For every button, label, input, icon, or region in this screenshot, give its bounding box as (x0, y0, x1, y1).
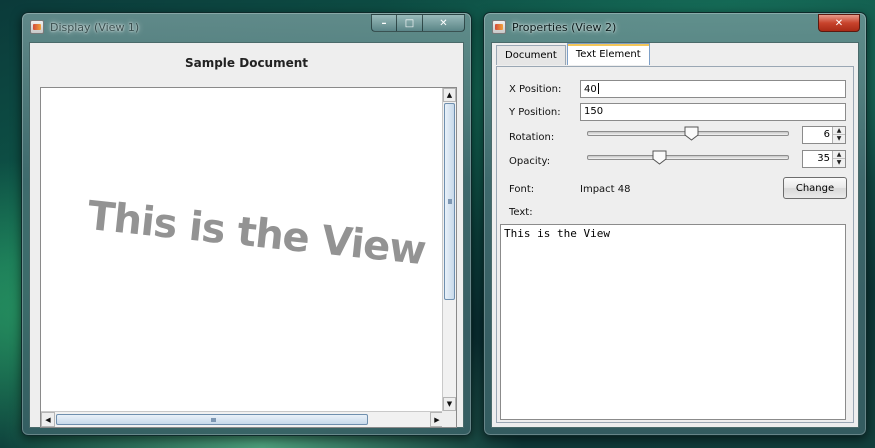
y-position-label: Y Position: (509, 107, 561, 118)
maximize-button[interactable]: □ (397, 14, 423, 32)
close-icon: ✕ (834, 17, 844, 29)
font-value: Impact 48 (580, 184, 631, 195)
maximize-icon: □ (404, 17, 415, 29)
scroll-left-button[interactable]: ◀ (41, 412, 55, 427)
grip-icon (448, 199, 452, 204)
scroll-up-button[interactable]: ▲ (443, 88, 456, 102)
rotation-spinner[interactable]: 6 ▲ ▼ (802, 126, 846, 144)
document-title: Sample Document (184, 56, 309, 70)
display-window-title: Display (View 1) (50, 20, 140, 34)
arrow-down-icon: ▼ (446, 400, 453, 408)
tab-document[interactable]: Document (496, 45, 566, 65)
scrollbar-corner (442, 411, 456, 427)
display-client-area: Sample Document This is the View ▲ ▼ ◀ ▶ (29, 42, 464, 428)
rotation-slider-thumb[interactable] (684, 126, 699, 141)
close-button[interactable]: ✕ (423, 14, 465, 32)
opacity-spinner-buttons: ▲ ▼ (832, 151, 845, 167)
arrow-down-icon: ▼ (836, 159, 842, 166)
arrow-up-icon: ▲ (836, 151, 842, 158)
scroll-down-button[interactable]: ▼ (443, 397, 456, 411)
rendered-text-element[interactable]: This is the View (85, 193, 427, 274)
x-position-label: X Position: (509, 84, 562, 95)
rotation-spinner-buttons: ▲ ▼ (832, 127, 845, 143)
properties-client-area: Document Text Element X Position: 40 Y P… (491, 42, 859, 428)
properties-titlebar[interactable]: Properties (View 2) (484, 13, 866, 41)
arrow-up-icon: ▲ (836, 127, 842, 134)
opacity-value: 35 (817, 153, 830, 164)
close-button[interactable]: ✕ (818, 14, 860, 32)
grip-icon (211, 418, 216, 422)
arrow-right-icon: ▶ (434, 415, 440, 424)
rotation-value: 6 (823, 129, 830, 140)
y-position-value: 150 (584, 106, 604, 117)
x-position-field[interactable]: 40 (580, 80, 846, 98)
font-label: Font: (509, 184, 535, 195)
java-app-icon (492, 20, 506, 34)
minimize-icon: – (381, 17, 387, 29)
text-caret (597, 83, 599, 94)
rotation-increment-button[interactable]: ▲ (833, 127, 845, 135)
y-position-field[interactable]: 150 (580, 103, 846, 121)
opacity-slider-track[interactable] (587, 155, 789, 160)
opacity-label: Opacity: (509, 156, 551, 167)
properties-window-title: Properties (View 2) (512, 20, 617, 34)
arrow-left-icon: ◀ (45, 415, 51, 424)
text-element-panel: X Position: 40 Y Position: 150 Rotation:… (496, 66, 854, 423)
display-window[interactable]: Display (View 1) – □ ✕ Sample Document T… (21, 12, 472, 436)
vertical-scroll-thumb[interactable] (444, 103, 455, 300)
tab-text-element[interactable]: Text Element (566, 43, 650, 65)
opacity-spinner[interactable]: 35 ▲ ▼ (802, 150, 846, 168)
text-content-area[interactable]: This is the View (500, 224, 846, 420)
rotation-label: Rotation: (509, 132, 555, 143)
properties-caption-buttons: ✕ (818, 14, 860, 32)
document-canvas[interactable]: This is the View (42, 89, 443, 410)
minimize-button[interactable]: – (371, 14, 397, 32)
display-caption-buttons: – □ ✕ (371, 14, 465, 32)
close-icon: ✕ (439, 17, 448, 29)
java-app-icon (30, 20, 44, 34)
opacity-increment-button[interactable]: ▲ (833, 151, 845, 159)
tab-strip: Document Text Element (496, 43, 651, 65)
properties-window[interactable]: Properties (View 2) ✕ Document Text Elem… (483, 12, 867, 436)
opacity-slider-thumb[interactable] (652, 150, 667, 165)
horizontal-scroll-thumb[interactable] (56, 414, 368, 425)
display-scroll-pane[interactable]: This is the View ▲ ▼ ◀ ▶ (40, 87, 457, 428)
arrow-up-icon: ▲ (446, 91, 453, 99)
opacity-decrement-button[interactable]: ▼ (833, 159, 845, 167)
arrow-down-icon: ▼ (836, 135, 842, 142)
vertical-scrollbar[interactable]: ▲ ▼ (442, 88, 456, 411)
horizontal-scrollbar[interactable]: ◀ ▶ (41, 411, 444, 427)
x-position-value: 40 (584, 84, 597, 95)
rotation-decrement-button[interactable]: ▼ (833, 135, 845, 143)
text-label: Text: (509, 207, 533, 218)
change-font-button[interactable]: Change (783, 177, 847, 199)
